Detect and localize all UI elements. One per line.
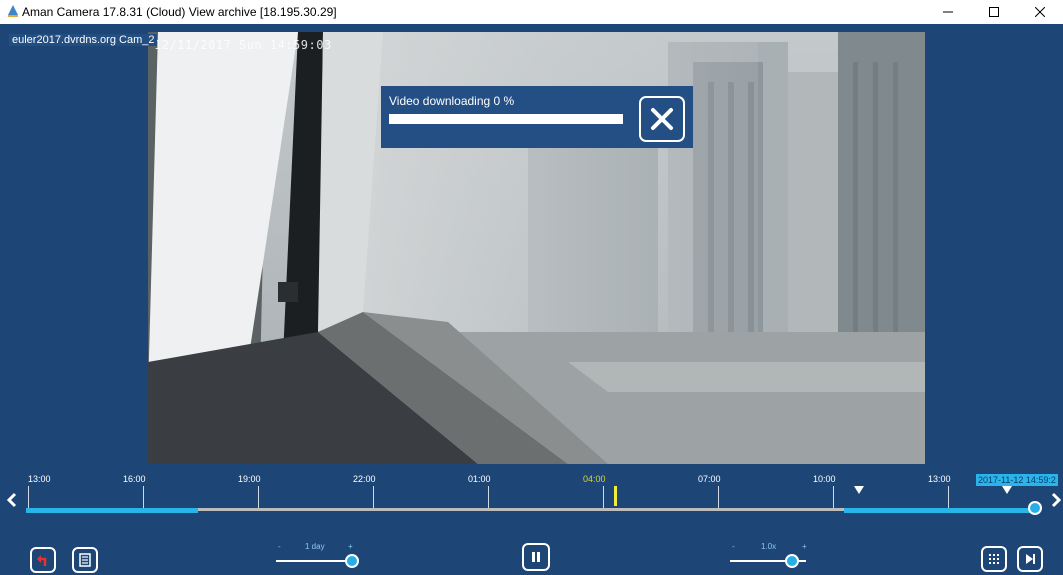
timeline-tick-label: 07:00 [698,474,721,484]
marker-triangle-icon [854,486,864,494]
timeline-tick-line [258,486,259,508]
event-list-button[interactable] [72,547,98,573]
zoom-value: 1 day [305,542,325,551]
speed-value: 1.0x [761,542,777,551]
close-x-icon [651,108,673,130]
recorded-range-right [844,508,1038,513]
timeline-tick-line [833,486,834,508]
recorded-range-left [26,508,198,513]
current-datetime-tag: 2017-11-12 14:59:2 [976,474,1058,486]
download-progress-bar [389,114,623,124]
download-status-text: Video downloading 0 % [389,94,515,108]
speed-minus-label: - [732,542,735,551]
zoom-plus-label: + [348,542,353,551]
back-arrow-icon [37,555,47,566]
download-dialog: Video downloading 0 % [381,86,693,148]
timeline-tick-label: 16:00 [123,474,146,484]
zoom-slider-knob[interactable] [345,554,359,568]
timeline-marker [614,486,617,506]
zoom-slider[interactable]: - 1 day + [276,540,364,570]
next-frame-button[interactable] [1017,546,1043,572]
skip-forward-icon [1026,554,1035,564]
maximize-icon [989,7,999,17]
download-close-button[interactable] [639,96,685,142]
timeline-tick-line [718,486,719,508]
list-icon [79,553,91,567]
layout-grid-button[interactable] [981,546,1007,572]
timeline-tick-line [28,486,29,508]
speed-slider[interactable]: - 1.0x + [730,540,818,570]
close-icon [1035,7,1045,17]
timeline-tick-label: 10:00 [813,474,836,484]
back-button[interactable] [30,547,56,573]
timeline-track[interactable]: 2017-11-12 14:59:2 13:00 16:00 19:00 22:00 0… [26,474,1058,518]
osd-timestamp: 12/11/2017 Sun 14:59:03 [154,38,332,52]
timeline-tick-line [373,486,374,508]
timeline-tick-line [143,486,144,508]
speed-slider-knob[interactable] [785,554,799,568]
camera-label: euler2017.dvrdns.org Cam_2 [9,34,158,46]
timeline[interactable]: 2017-11-12 14:59:2 13:00 16:00 19:00 22:00 0… [0,468,1063,520]
app-icon [6,4,20,18]
timeline-tick-label: 01:00 [468,474,491,484]
window-title: Aman Camera 17.8.31 (Cloud) View archive… [22,5,337,19]
close-window-button[interactable] [1017,0,1063,24]
timeline-tick-label: 22:00 [353,474,376,484]
timeline-tick-label: 13:00 [28,474,51,484]
timeline-playhead[interactable] [1028,501,1042,515]
playback-controls: - 1 day + - 1.0x + [0,520,1063,575]
pause-button[interactable] [522,543,550,571]
timeline-tick-label: 04:00 [583,474,606,484]
marker-triangle-icon [1002,486,1012,494]
grid-icon [989,554,999,564]
pause-icon [532,552,540,562]
speed-plus-label: + [802,542,807,551]
maximize-button[interactable] [971,0,1017,24]
timeline-tick-line [948,486,949,508]
chevron-right-icon[interactable] [1050,492,1062,508]
timeline-tick-line [488,486,489,508]
minimize-button[interactable] [925,0,971,24]
timeline-tick-line [603,486,604,508]
timeline-tick-label: 19:00 [238,474,261,484]
title-bar: Aman Camera 17.8.31 (Cloud) View archive… [0,0,1063,24]
chevron-left-icon[interactable] [6,492,18,508]
minimize-icon [943,11,953,13]
zoom-minus-label: - [278,542,281,551]
zoom-slider-track [276,560,352,562]
timeline-tick-label: 13:00 [928,474,951,484]
